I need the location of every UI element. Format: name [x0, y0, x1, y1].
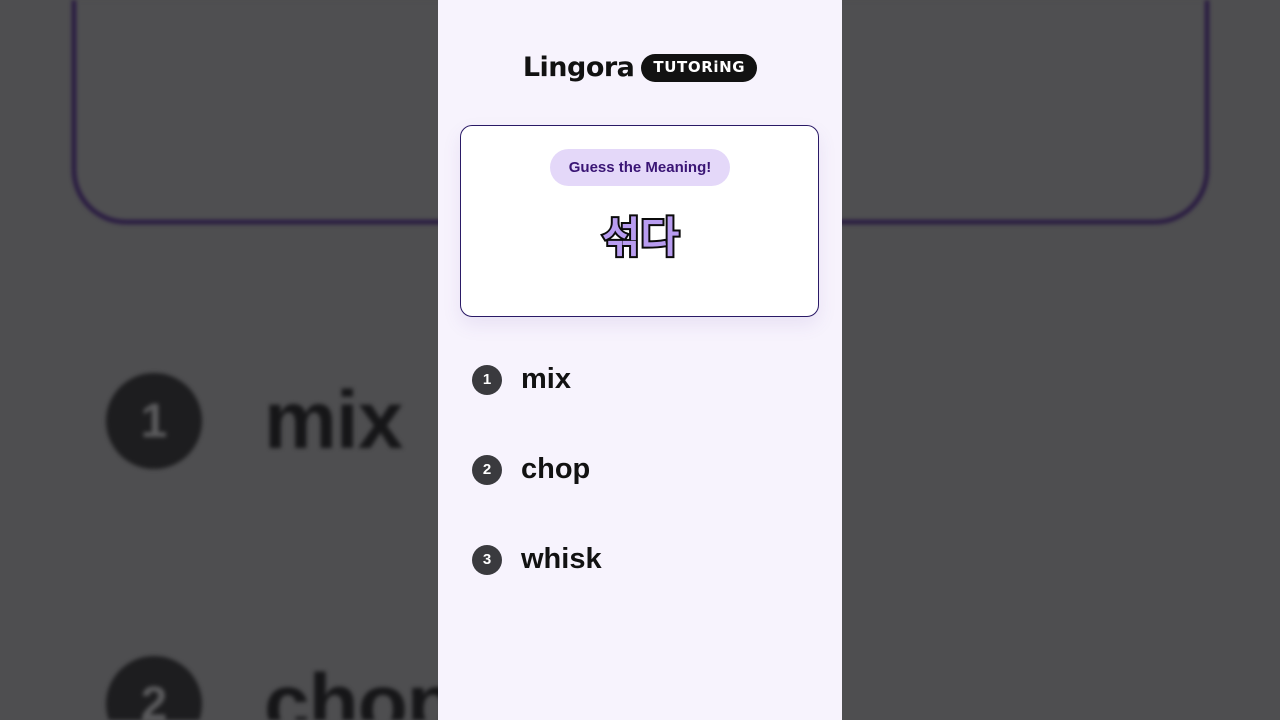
quiz-card: Guess the Meaning! 섞다 [460, 125, 819, 317]
brand-name: Lingora [522, 52, 635, 83]
option-label: whisk [521, 543, 602, 575]
option-number-badge: 2 [472, 454, 502, 485]
background-option-2: 2 chop [106, 656, 457, 720]
background-option-label: mix [264, 375, 403, 466]
answer-option-3[interactable]: 3 whisk [472, 543, 602, 576]
brand-tag: TUTORiNG [641, 54, 758, 82]
answer-option-2[interactable]: 2 chop [472, 453, 590, 486]
option-label: chop [521, 453, 591, 485]
background-option-label: chop [264, 658, 457, 720]
option-number-badge: 3 [472, 544, 502, 575]
background-option-1: 1 mix [106, 373, 403, 469]
background-option-number: 2 [106, 656, 202, 720]
answer-option-1[interactable]: 1 mix [472, 363, 571, 396]
prompt-badge: Guess the Meaning! [550, 149, 730, 186]
option-label: mix [521, 363, 571, 395]
video-panel: Lingora TUTORiNG Guess the Meaning! 섞다 1… [438, 0, 842, 720]
background-option-number: 1 [106, 373, 202, 469]
option-number-badge: 1 [472, 364, 502, 395]
brand-logo: Lingora TUTORiNG [438, 53, 842, 83]
korean-word: 섞다 [600, 211, 681, 264]
